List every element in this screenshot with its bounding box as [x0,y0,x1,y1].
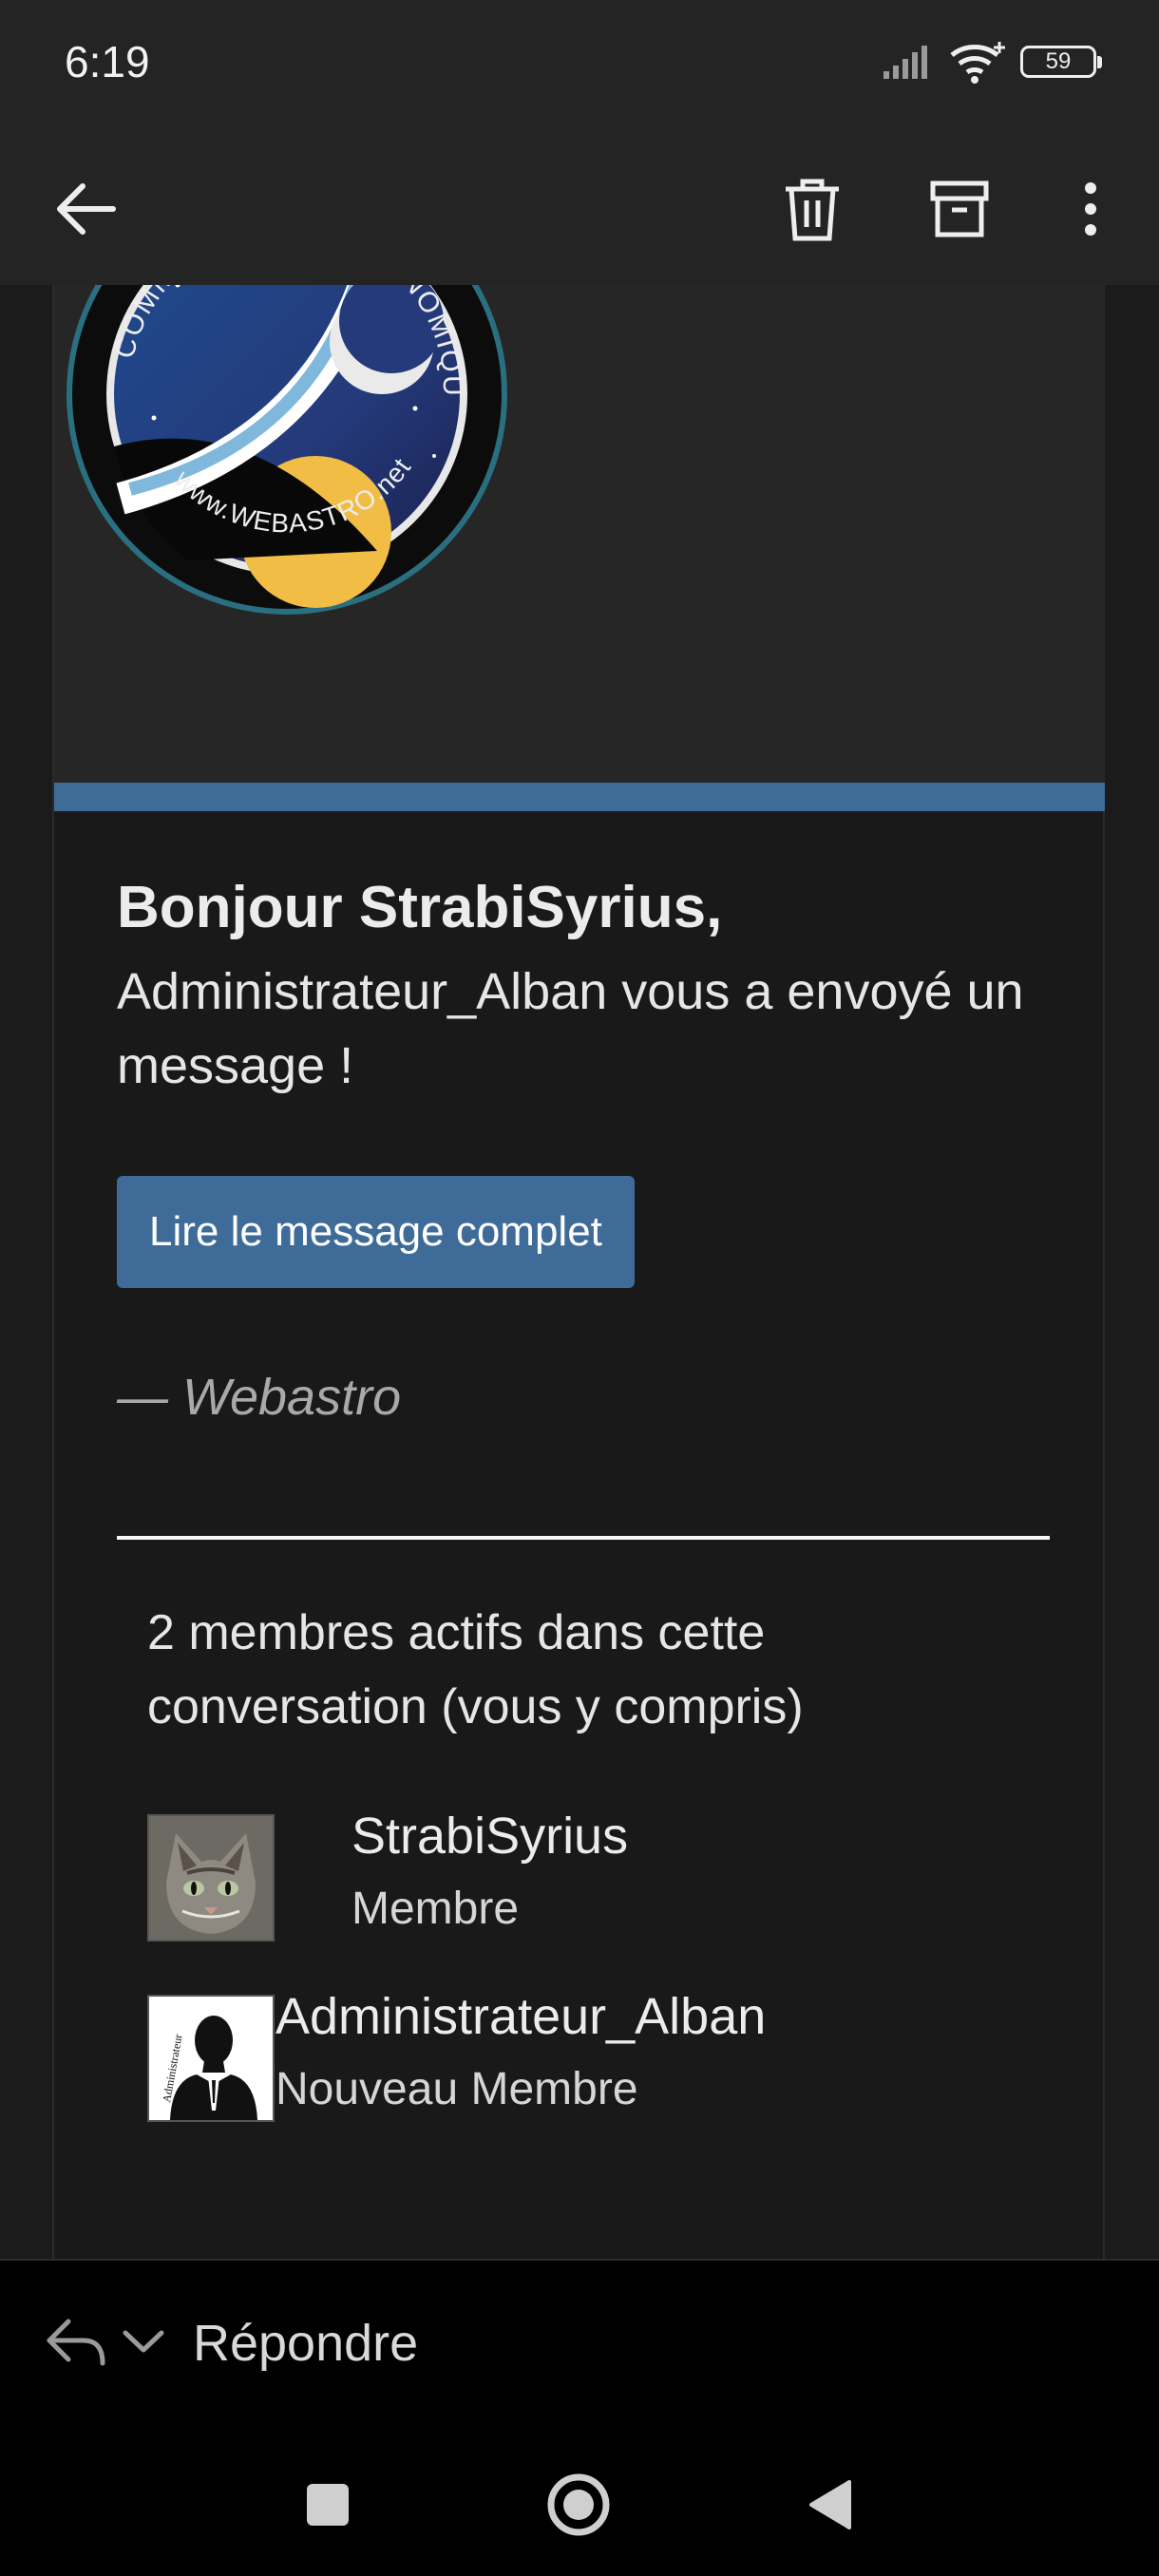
archive-icon [930,180,989,237]
member-role: Nouveau Membre [276,2064,638,2114]
back-button[interactable] [48,171,124,247]
members-title: 2 membres actifs dans cette conversation… [147,1605,804,1734]
status-bar: 6:19 59 [0,0,1159,133]
read-full-message-button[interactable]: Lire le message complet [117,1176,635,1288]
reply-label[interactable]: Répondre [193,2314,418,2373]
email-card: COMMUNAUTÉ ASTRONOMIQUE www.WEBASTRO.net… [52,285,1105,2259]
battery-indicator: 59 [1020,46,1102,78]
triangle-back-icon [809,2480,851,2529]
more-options-button[interactable] [1053,171,1129,247]
square-icon [307,2484,349,2526]
accent-bar [54,783,1105,811]
member-name[interactable]: Administrateur_Alban [276,1987,766,2046]
email-content: COMMUNAUTÉ ASTRONOMIQUE www.WEBASTRO.net… [0,285,1159,2259]
greeting-text: Bonjour StrabiSyrius, [117,875,723,940]
toolbar [0,133,1159,285]
member-item: Administrateur Administrateur_Alban Nouv… [147,1988,907,2128]
more-vertical-icon [1085,182,1096,236]
home-button[interactable] [545,2472,612,2538]
signal-icon [884,46,927,79]
divider [117,1536,1050,1540]
reply-icon [47,2319,105,2366]
signature-text: — Webastro [117,1369,402,1426]
webastro-logo: COMMUNAUTÉ ASTRONOMIQUE www.WEBASTRO.net [64,285,507,615]
system-nav-bar [0,2426,1159,2576]
arrow-left-icon [57,183,116,235]
delete-button[interactable] [774,171,850,247]
email-banner: COMMUNAUTÉ ASTRONOMIQUE www.WEBASTRO.net [54,285,1105,783]
reply-bar: Répondre [0,2259,1159,2426]
status-time: 6:19 [65,37,150,86]
recent-apps-button[interactable] [294,2472,361,2538]
chevron-down-icon [123,2330,164,2353]
trash-icon [786,179,839,241]
home-circle-icon [547,2473,610,2536]
member-name[interactable]: StrabiSyrius [352,1807,628,1866]
reply-options-button[interactable] [122,2327,165,2360]
silhouette-avatar-image: Administrateur [149,1997,273,2120]
member-avatar[interactable]: Administrateur [147,1995,275,2122]
cat-avatar-image [149,1816,273,1940]
reply-button[interactable] [44,2316,106,2376]
archive-button[interactable] [922,171,998,247]
intro-text: Administrateur_Alban vous a envoyé un me… [117,963,1024,1094]
member-item: StrabiSyrius Membre [147,1808,812,1947]
status-icons: 59 [882,40,1102,84]
wifi-icon [950,42,1005,84]
member-avatar[interactable] [147,1814,275,1941]
member-role: Membre [352,1884,520,1934]
back-nav-button[interactable] [796,2472,863,2538]
